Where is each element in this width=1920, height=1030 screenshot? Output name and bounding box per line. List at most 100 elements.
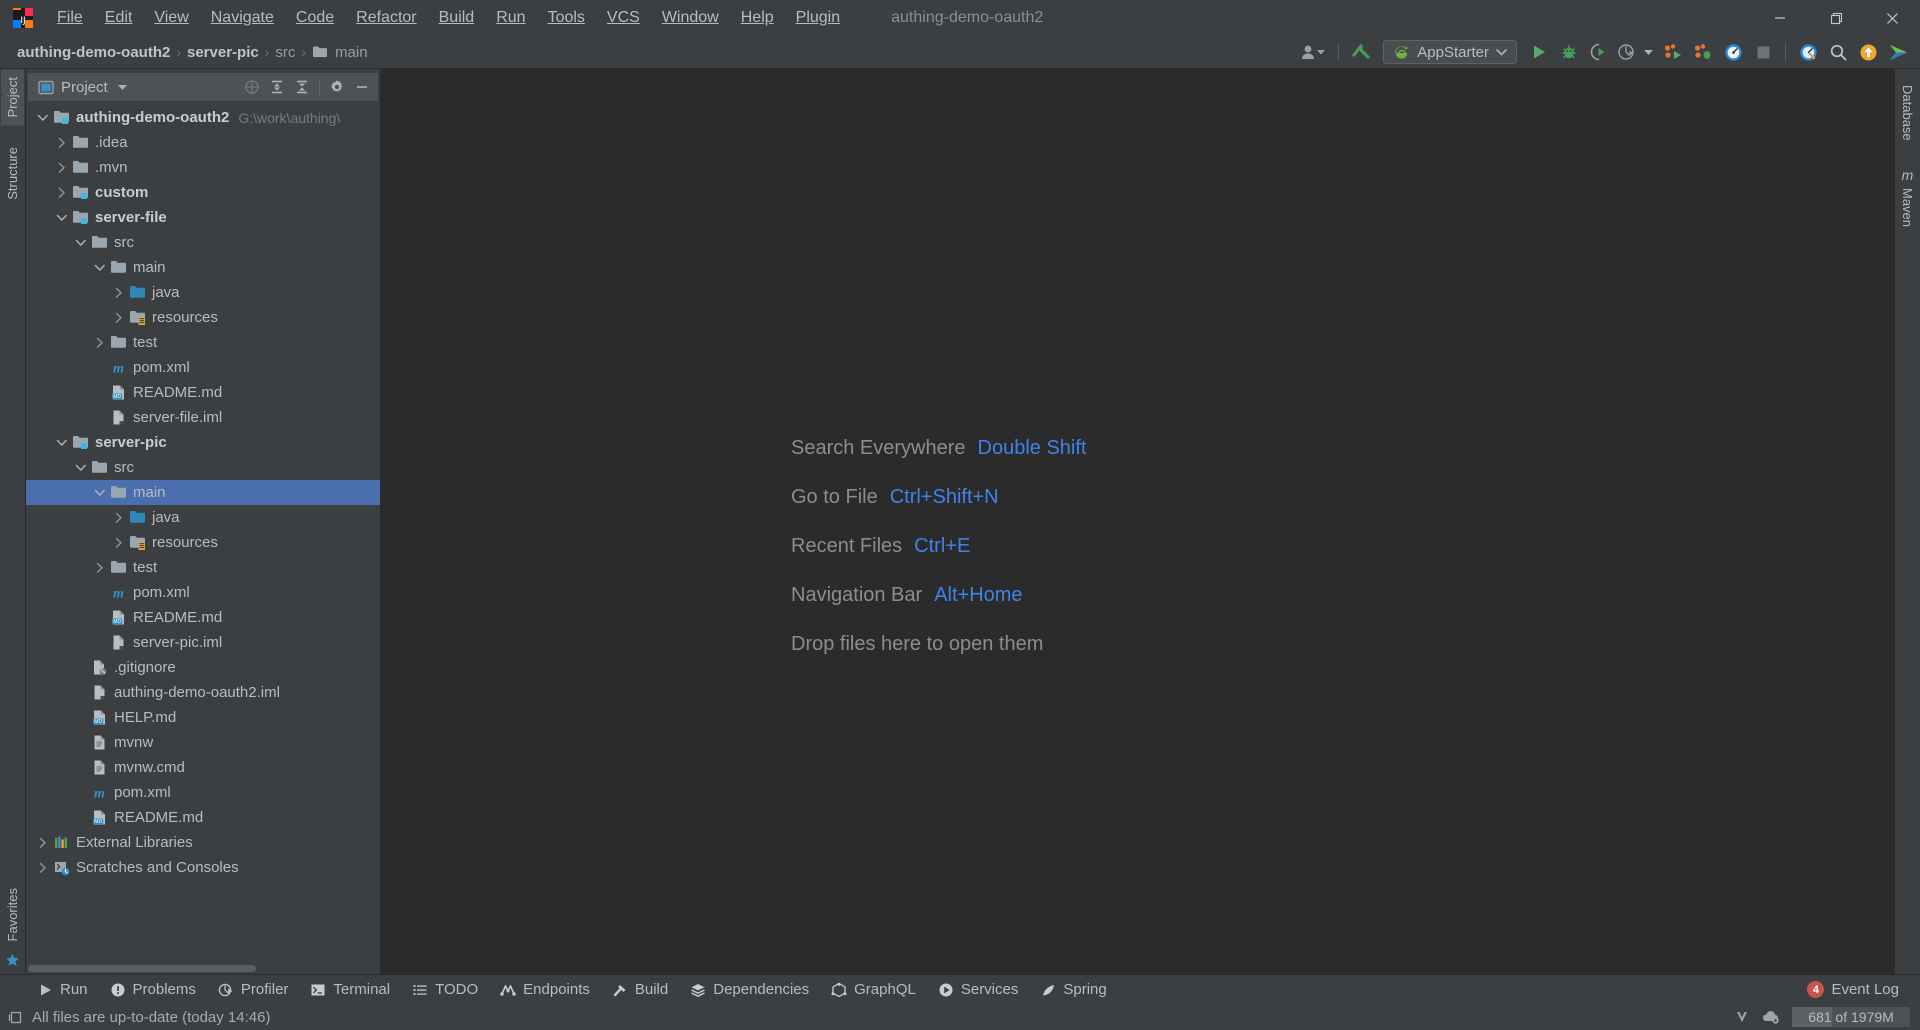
sidebar-item-project[interactable]: Project xyxy=(1,69,24,125)
menu-item-code[interactable]: Code xyxy=(285,6,345,30)
tree-row[interactable]: src xyxy=(26,230,380,255)
run-with-coverage-icon[interactable] xyxy=(1585,39,1613,65)
tree-row[interactable]: mpom.xml xyxy=(26,355,380,380)
project-tree-hscrollbar[interactable] xyxy=(26,963,380,974)
hide-panel-icon[interactable] xyxy=(350,76,374,98)
tree-row[interactable]: server-pic xyxy=(26,430,380,455)
menu-item-vcs[interactable]: VCS xyxy=(596,6,651,30)
tree-row[interactable]: custom xyxy=(26,180,380,205)
build-project-icon[interactable] xyxy=(1659,39,1687,65)
chevron-right-icon[interactable] xyxy=(55,186,68,199)
tree-row[interactable]: MDREADME.md xyxy=(26,380,380,405)
tree-row[interactable]: server-pic.iml xyxy=(26,630,380,655)
update-icon[interactable] xyxy=(1854,39,1882,65)
chevron-down-icon[interactable] xyxy=(55,436,68,449)
vcs-branch-icon[interactable] xyxy=(1734,1009,1750,1025)
toolwindow-button-dependencies[interactable]: Dependencies xyxy=(679,978,820,1001)
chevron-down-icon[interactable] xyxy=(93,261,106,274)
chevron-down-icon[interactable] xyxy=(117,83,128,91)
run-icon[interactable] xyxy=(1525,39,1553,65)
update-project-icon[interactable] xyxy=(1347,39,1375,65)
sidebar-item-structure[interactable]: Structure xyxy=(1,139,24,208)
play-green-icon[interactable] xyxy=(1884,39,1912,65)
tree-row[interactable]: server-file.iml xyxy=(26,405,380,430)
profiler-icon[interactable] xyxy=(1615,39,1637,65)
dashboard-icon[interactable] xyxy=(1719,39,1747,65)
toggle-statusbar-icon[interactable] xyxy=(8,1010,23,1025)
menu-item-help[interactable]: Help xyxy=(730,6,785,30)
tree-row[interactable]: main xyxy=(26,255,380,280)
search-icon[interactable] xyxy=(1824,39,1852,65)
menu-item-file[interactable]: File xyxy=(46,6,94,30)
chevron-right-icon[interactable] xyxy=(55,136,68,149)
toolwindow-button-problems[interactable]: Problems xyxy=(99,978,207,1001)
chevron-right-icon[interactable] xyxy=(112,511,125,524)
breadcrumb-item-project[interactable]: authing-demo-oauth2 xyxy=(12,42,175,63)
tree-row[interactable]: .gitignore xyxy=(26,655,380,680)
breadcrumb-item-main[interactable]: main xyxy=(307,42,373,63)
toolwindow-button-endpoints[interactable]: Endpoints xyxy=(489,978,601,1001)
tree-row[interactable]: mpom.xml xyxy=(26,580,380,605)
chevron-right-icon[interactable] xyxy=(36,861,49,874)
tree-row[interactable]: resources xyxy=(26,305,380,330)
restore-button[interactable] xyxy=(1808,0,1864,36)
minimize-button[interactable] xyxy=(1752,0,1808,36)
tree-row[interactable]: MDREADME.md xyxy=(26,805,380,830)
toolwindow-button-todo[interactable]: TODO xyxy=(401,978,489,1001)
sidebar-item-maven[interactable]: m Maven xyxy=(1896,159,1919,235)
menu-item-run[interactable]: Run xyxy=(485,6,536,30)
tree-row[interactable]: java xyxy=(26,505,380,530)
tree-row[interactable]: mvnw.cmd xyxy=(26,755,380,780)
tree-row[interactable]: MDHELP.md xyxy=(26,705,380,730)
build-debug-icon[interactable] xyxy=(1689,39,1717,65)
chevron-right-icon[interactable] xyxy=(112,311,125,324)
stop-icon[interactable] xyxy=(1749,39,1777,65)
chevron-right-icon[interactable] xyxy=(55,161,68,174)
menu-item-tools[interactable]: Tools xyxy=(537,6,596,30)
toolwindow-button-profiler[interactable]: Profiler xyxy=(207,978,300,1001)
tree-row[interactable]: test xyxy=(26,555,380,580)
menu-item-window[interactable]: Window xyxy=(651,6,730,30)
tree-row[interactable]: main xyxy=(26,480,380,505)
tree-row[interactable]: mpom.xml xyxy=(26,780,380,805)
sidebar-item-database[interactable]: Database xyxy=(1896,77,1919,149)
debug-icon[interactable] xyxy=(1555,39,1583,65)
tree-row[interactable]: .mvn xyxy=(26,155,380,180)
tree-row[interactable]: .idea xyxy=(26,130,380,155)
run-configuration-selector[interactable]: AppStarter xyxy=(1383,40,1517,64)
toolwindow-button-event-log[interactable]: 4Event Log xyxy=(1796,978,1910,1001)
tree-row[interactable]: authing-demo-oauth2.iml xyxy=(26,680,380,705)
toolwindow-button-services[interactable]: Services xyxy=(927,978,1030,1001)
menu-item-build[interactable]: Build xyxy=(428,6,486,30)
cloud-settings-icon[interactable] xyxy=(1761,1009,1781,1025)
tree-row[interactable]: server-file xyxy=(26,205,380,230)
menu-item-view[interactable]: View xyxy=(143,6,199,30)
tree-row[interactable]: resources xyxy=(26,530,380,555)
chevron-down-icon[interactable] xyxy=(93,486,106,499)
scroll-from-source-icon[interactable] xyxy=(240,76,264,98)
breadcrumb-item-module[interactable]: server-pic xyxy=(182,42,264,63)
tree-row[interactable]: MDREADME.md xyxy=(26,605,380,630)
user-avatar-icon[interactable] xyxy=(1296,39,1330,65)
chevron-right-icon[interactable] xyxy=(93,561,106,574)
tree-row[interactable]: External Libraries xyxy=(26,830,380,855)
chevron-right-icon[interactable] xyxy=(112,536,125,549)
services-icon[interactable] xyxy=(1794,39,1822,65)
settings-gear-icon[interactable] xyxy=(325,76,349,98)
breadcrumb-item-src[interactable]: src xyxy=(270,42,300,63)
tree-row[interactable]: test xyxy=(26,330,380,355)
menu-item-edit[interactable]: Edit xyxy=(94,6,144,30)
toolwindow-button-run[interactable]: Run xyxy=(26,978,99,1001)
menu-item-refactor[interactable]: Refactor xyxy=(345,6,427,30)
chevron-down-icon[interactable] xyxy=(36,111,49,124)
chevron-down-icon[interactable] xyxy=(74,461,87,474)
toolwindow-button-spring[interactable]: Spring xyxy=(1029,978,1117,1001)
tree-row[interactable]: authing-demo-oauth2G:\work\authing\ xyxy=(26,105,380,130)
chevron-right-icon[interactable] xyxy=(112,286,125,299)
toolwindow-button-graphql[interactable]: GraphQL xyxy=(820,978,927,1001)
project-tree[interactable]: authing-demo-oauth2G:\work\authing\.idea… xyxy=(26,101,380,963)
tree-row[interactable]: mvnw xyxy=(26,730,380,755)
chevron-right-icon[interactable] xyxy=(93,336,106,349)
expand-all-icon[interactable] xyxy=(265,76,289,98)
toolwindow-button-build[interactable]: Build xyxy=(601,978,679,1001)
